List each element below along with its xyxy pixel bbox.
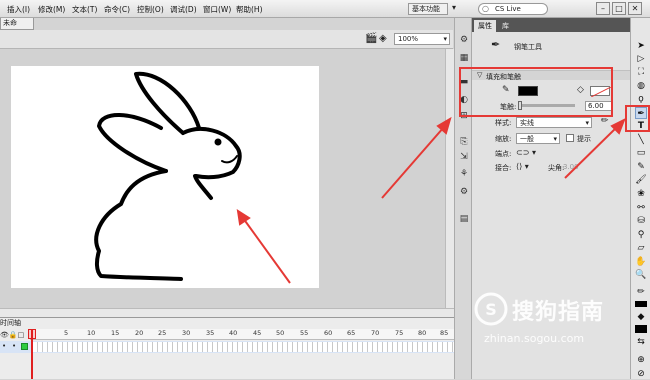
arrow-to-stage	[242, 217, 291, 284]
arrow-head	[236, 208, 251, 226]
svg-text:S: S	[485, 300, 497, 319]
sogou-logo-icon: S	[474, 292, 508, 326]
watermark-url: zhinan.sogou.com	[484, 332, 585, 345]
arrow-to-fill-stroke	[381, 126, 445, 199]
watermark: S 搜狗指南 zhinan.sogou.com	[470, 292, 640, 352]
arrow-to-pen-tool	[564, 125, 619, 179]
watermark-brand: 搜狗指南	[512, 300, 605, 325]
